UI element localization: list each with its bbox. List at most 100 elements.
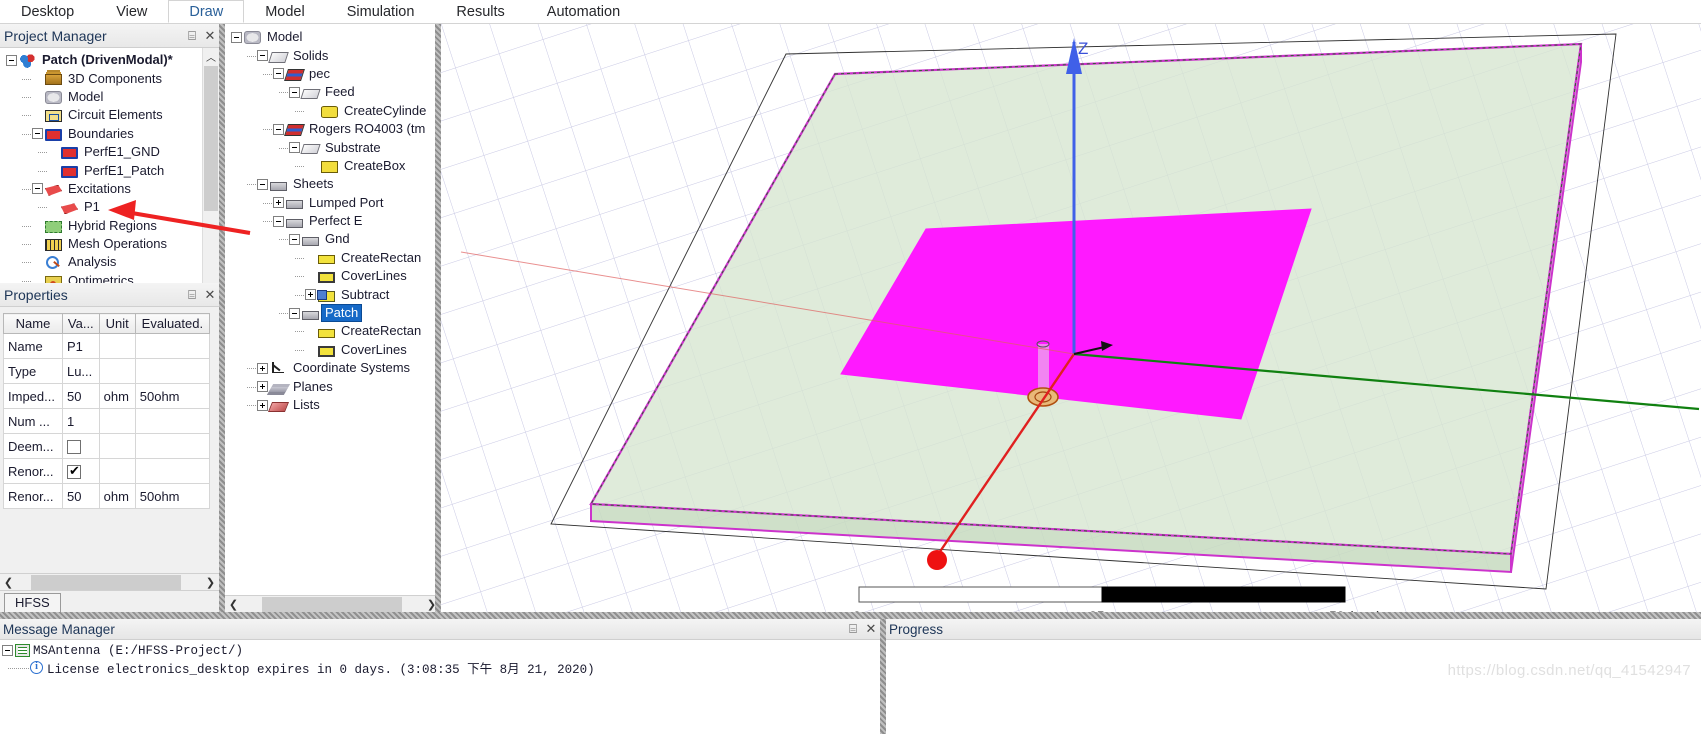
collapse-icon[interactable] (289, 142, 300, 154)
expand-icon[interactable] (257, 399, 268, 411)
tree-node-hybrid-regions[interactable]: Hybrid Regions (2, 216, 219, 235)
tree-node-model[interactable]: Model (2, 87, 219, 106)
ribbon-tab-view[interactable]: View (95, 0, 168, 23)
tree-node-p1[interactable]: P1 (2, 198, 219, 217)
property-value-cell[interactable] (61, 458, 100, 484)
tree-node-createrectan[interactable]: CreateRectan (227, 248, 439, 267)
property-value-cell[interactable]: 50 (61, 383, 100, 409)
collapse-icon[interactable] (273, 215, 284, 227)
tree-node-createcylinde[interactable]: CreateCylinde (227, 101, 439, 120)
properties-row[interactable]: Renor... 50 ohm 50ohm (3, 483, 211, 509)
tree-node-lumped-port[interactable]: Lumped Port (227, 193, 439, 212)
properties-row[interactable]: Num ... 1 (3, 408, 211, 434)
collapse-icon[interactable] (289, 86, 300, 98)
properties-column-header[interactable]: Evaluated. (134, 313, 211, 334)
pin-icon[interactable]: ⌸ (844, 619, 862, 639)
tree-node-pec[interactable]: pec (227, 64, 439, 83)
property-unit-cell[interactable]: ohm (98, 483, 136, 509)
scrollbar-thumb[interactable] (262, 596, 402, 612)
collapse-icon[interactable] (257, 178, 268, 190)
property-unit-cell[interactable] (98, 358, 136, 384)
ribbon-tab-results[interactable]: Results (435, 0, 525, 23)
property-value-cell[interactable]: Lu... (61, 358, 100, 384)
properties-horizontal-scrollbar[interactable]: ❮ ❯ (0, 573, 219, 590)
tree-node-coverlines[interactable]: CoverLines (227, 267, 439, 286)
tree-node-coordinate-systems[interactable]: Coordinate Systems (227, 359, 439, 378)
tree-node-solids[interactable]: Solids (227, 46, 439, 65)
3d-scene[interactable]: Z 0 25 50 (mm) (441, 24, 1701, 612)
ribbon-tab-desktop[interactable]: Desktop (0, 0, 95, 23)
properties-row[interactable]: Name P1 (3, 333, 211, 359)
collapse-icon[interactable] (289, 233, 300, 245)
scroll-left-icon[interactable]: ❮ (0, 575, 17, 590)
property-value-cell[interactable]: 50 (61, 483, 100, 509)
close-icon[interactable]: ✕ (201, 285, 219, 305)
tree-node-3d-components[interactable]: 3D Components (2, 69, 219, 88)
scrollbar-thumb[interactable] (31, 574, 181, 590)
collapse-icon[interactable] (6, 54, 17, 66)
model-tree-horizontal-scrollbar[interactable]: ❮ ❯ (225, 595, 440, 612)
scrollbar-track[interactable] (17, 574, 202, 590)
tree-node-circuit-elements[interactable]: Circuit Elements (2, 106, 219, 125)
tab-hfss[interactable]: HFSS (4, 593, 61, 612)
model-tree[interactable]: Model Solids pec Feed CreateCylinde Rogers RO… (225, 24, 439, 577)
bottom-splitter[interactable] (0, 612, 1701, 619)
project-tree-vertical-scrollbar[interactable]: ︿ ﹀ (202, 48, 219, 300)
tree-node-feed[interactable]: Feed (227, 83, 439, 102)
message-item[interactable]: i License electronics_desktop expires in… (2, 658, 880, 677)
tree-node-mesh-operations[interactable]: Mesh Operations (2, 235, 219, 254)
expand-icon[interactable] (257, 381, 268, 393)
tree-node-createbox[interactable]: CreateBox (227, 156, 439, 175)
property-unit-cell[interactable] (98, 408, 136, 434)
tree-node-createrectan[interactable]: CreateRectan (227, 322, 439, 341)
3d-model-viewport[interactable]: Z 0 25 50 (mm) (441, 24, 1701, 612)
property-checkbox[interactable] (66, 463, 81, 479)
project-manager-tree[interactable]: Patch (DrivenModal)* 3D Components Model Ci… (0, 48, 219, 301)
tree-node-analysis[interactable]: Analysis (2, 253, 219, 272)
message-list[interactable]: MSAntenna (E:/HFSS-Project/) i License e… (0, 640, 880, 734)
ribbon-tab-model[interactable]: Model (244, 0, 326, 23)
tree-node-lists[interactable]: Lists (227, 396, 439, 414)
ribbon-tab-automation[interactable]: Automation (526, 0, 641, 23)
properties-row[interactable]: Imped... 50 ohm 50ohm (3, 383, 211, 409)
tree-node-excitations[interactable]: Excitations (2, 179, 219, 198)
scroll-right-icon[interactable]: ❯ (202, 575, 219, 590)
message-project-row[interactable]: MSAntenna (E:/HFSS-Project/) (2, 642, 880, 659)
properties-column-header[interactable]: Unit (98, 313, 136, 334)
properties-column-header[interactable]: Name (3, 313, 63, 334)
scrollbar-track[interactable] (242, 596, 423, 612)
ribbon-tab-simulation[interactable]: Simulation (326, 0, 436, 23)
tree-node-coverlines[interactable]: CoverLines (227, 340, 439, 359)
property-unit-cell[interactable]: ohm (98, 383, 136, 409)
collapse-icon[interactable] (273, 123, 284, 135)
property-value-cell[interactable]: 1 (61, 408, 100, 434)
tree-node-rogers-ro4003-tm[interactable]: Rogers RO4003 (tm (227, 120, 439, 139)
tree-node-perfect-e[interactable]: Perfect E (227, 212, 439, 231)
tree-node-gnd[interactable]: Gnd (227, 230, 439, 249)
lumped-port-marker[interactable] (1027, 387, 1059, 407)
ribbon-tab-draw[interactable]: Draw (168, 0, 245, 23)
collapse-icon[interactable] (32, 128, 43, 140)
expand-icon[interactable] (273, 197, 284, 209)
tree-node-substrate[interactable]: Substrate (227, 138, 439, 157)
pin-icon[interactable]: ⌸ (183, 26, 201, 46)
properties-row[interactable]: Type Lu... (3, 358, 211, 384)
property-unit-cell[interactable] (98, 433, 136, 459)
property-unit-cell[interactable] (98, 333, 136, 359)
tree-node-planes[interactable]: Planes (227, 377, 439, 396)
close-icon[interactable]: ✕ (862, 619, 880, 639)
tree-node-patch[interactable]: Patch (227, 304, 439, 323)
property-unit-cell[interactable] (98, 458, 136, 484)
collapse-icon[interactable] (257, 50, 268, 62)
expand-icon[interactable] (305, 289, 316, 301)
tree-node-perfe1-patch[interactable]: PerfE1_Patch (2, 161, 219, 180)
collapse-icon[interactable] (231, 31, 242, 43)
tree-node-perfe1-gnd[interactable]: PerfE1_GND (2, 143, 219, 162)
tree-node-sheets[interactable]: Sheets (227, 175, 439, 194)
expand-icon[interactable] (2, 645, 13, 656)
close-icon[interactable]: ✕ (201, 26, 219, 46)
tree-node-model[interactable]: Model (227, 28, 439, 46)
properties-row[interactable]: Deem... (3, 433, 211, 459)
property-value-cell[interactable]: P1 (61, 333, 100, 359)
properties-column-header[interactable]: Va... (61, 313, 100, 334)
